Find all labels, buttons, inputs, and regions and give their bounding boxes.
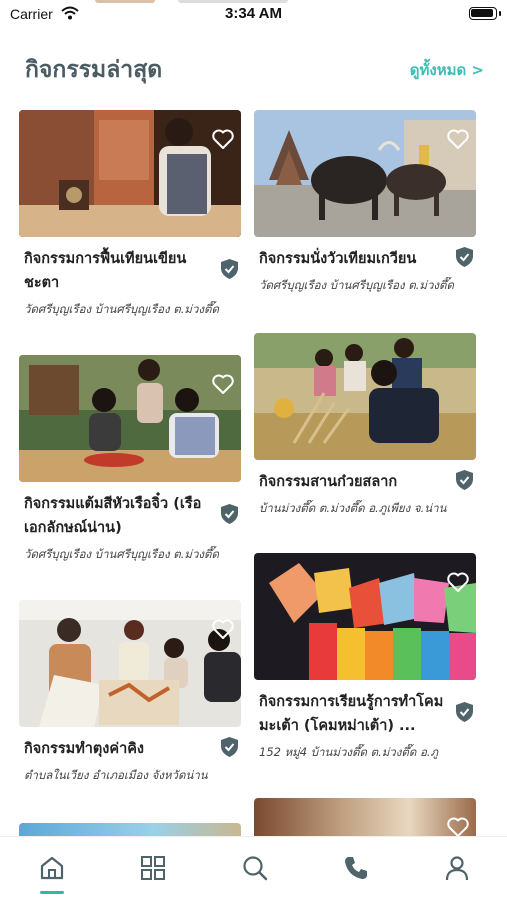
tab-home[interactable] [35,851,69,885]
heart-icon[interactable] [446,128,470,150]
activity-location: 152 หมู่4 บ้านม่วงตึ๊ด ต.ม่วงตึ๊ด อ.ภู [259,745,439,759]
profile-icon [445,856,469,881]
clock: 3:34 AM [225,5,282,22]
previous-content-peek [178,0,288,3]
activity-name: กิจกรรมแต้มสีหัวเรือจิ๋ว (เรือเอกลักษณ์น… [24,496,202,536]
heart-icon[interactable] [446,571,470,593]
activity-card[interactable]: กิจกรรมสานก๋วยสลาก บ้านม่วงตึ๊ด ต.ม่วงตึ… [254,333,476,523]
activity-photo [254,110,476,237]
verified-shield-icon [221,259,238,279]
active-tab-indicator [40,891,64,894]
tab-contact[interactable] [339,851,373,885]
activity-name: กิจกรรมนั่งวัวเทียมเกวียน [259,251,417,267]
activity-photo [19,600,241,727]
activity-photo [19,355,241,482]
activity-name: กิจกรรมการเรียนรู้การทำโคมมะเต้า (โคมหม่… [259,694,444,734]
activity-card[interactable]: กิจกรรมการฟื้นเทียนเขียนชะตา วัดศรีบุญเร… [19,110,241,325]
search-icon [243,856,268,881]
phone-icon [345,857,367,879]
activity-photo [19,110,241,237]
verified-shield-icon [456,247,473,267]
activity-card-partial[interactable] [19,823,241,836]
verified-shield-icon [221,737,238,757]
heart-icon[interactable] [446,816,470,836]
activity-card-partial[interactable] [254,798,476,836]
activity-location: วัดศรีบุญเรือง บ้านศรีบุญเรือง ต.ม่วงตึ๊… [24,547,219,561]
activity-card[interactable]: กิจกรรมแต้มสีหัวเรือจิ๋ว (เรือเอกลักษณ์น… [19,355,241,570]
verified-shield-icon [456,470,473,490]
activity-name: กิจกรรมทำตุงค่าคิง [24,741,145,757]
activity-location: ตำบลในเวียง อำเภอเมือง จังหวัดน่าน [24,768,208,782]
previous-content-peek [95,0,155,3]
heart-icon[interactable] [211,618,235,640]
grid-icon [141,856,165,880]
verified-shield-icon [456,702,473,722]
activity-name: กิจกรรมสานก๋วยสลาก [259,474,398,490]
page-title: กิจกรรมล่าสุด [25,57,163,83]
battery-tip [499,11,501,16]
see-all-link[interactable]: ดูทั้งหมด > [410,58,484,82]
activity-name: กิจกรรมการฟื้นเทียนเขียนชะตา [24,251,187,291]
home-icon [40,856,64,880]
heart-icon[interactable] [211,128,235,150]
activity-card[interactable]: กิจกรรมการเรียนรู้การทำโคมมะเต้า (โคมหม่… [254,553,476,768]
heart-icon[interactable] [211,373,235,395]
activity-card[interactable]: กิจกรรมทำตุงค่าคิง ตำบลในเวียง อำเภอเมือ… [19,600,241,790]
activity-location: วัดศรีบุญเรือง บ้านศรีบุญเรือง ต.ม่วงตึ๊… [259,278,454,292]
tab-search[interactable] [238,851,272,885]
activity-photo [254,553,476,680]
tab-profile[interactable] [440,851,474,885]
activity-photo [254,798,476,836]
battery-icon [469,7,497,20]
activity-photo [254,333,476,460]
bottom-tab-bar [0,836,507,900]
activity-location: วัดศรีบุญเรือง บ้านศรีบุญเรือง ต.ม่วงตึ๊… [24,302,219,316]
activity-location: บ้านม่วงตึ๊ด ต.ม่วงตึ๊ด อ.ภูเพียง จ.น่าน [259,501,447,515]
activity-card[interactable]: กิจกรรมนั่งวัวเทียมเกวียน วัดศรีบุญเรือง… [254,110,476,300]
section-header: กิจกรรมล่าสุด ดูทั้งหมด > [0,44,507,88]
activity-photo [19,823,241,836]
status-bar: Carrier 3:34 AM [0,0,507,30]
verified-shield-icon [221,504,238,524]
tab-categories[interactable] [136,851,170,885]
